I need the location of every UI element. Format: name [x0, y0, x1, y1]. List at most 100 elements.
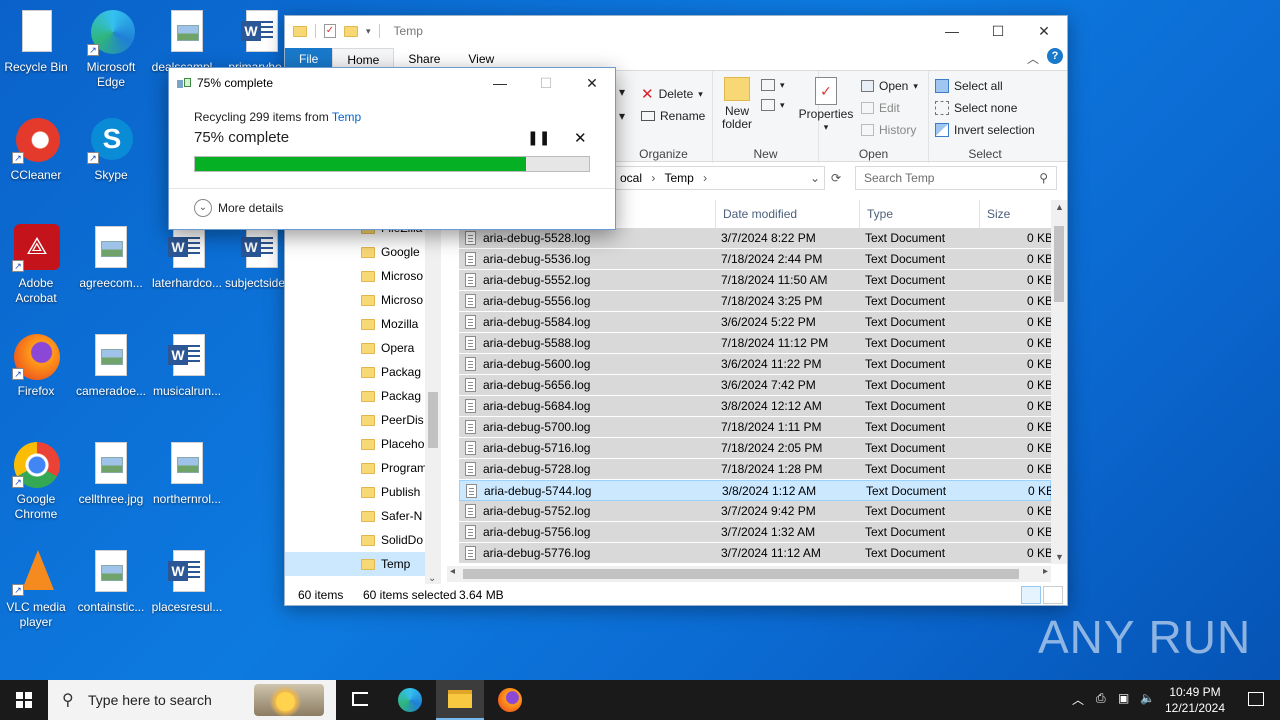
file-list-horizontal-scrollbar[interactable]: ◂ ▸ — [447, 566, 1051, 582]
rename-button[interactable]: Rename — [641, 109, 705, 123]
show-hidden-icons-button[interactable]: ︿ — [1072, 691, 1084, 708]
large-icons-view-button[interactable] — [1043, 586, 1063, 604]
dialog-close-button[interactable]: ✕ — [569, 68, 615, 98]
properties-check-icon[interactable]: ✓ — [324, 24, 336, 38]
taskbar-edge-button[interactable] — [386, 680, 434, 720]
new-folder-button[interactable]: New folder — [717, 77, 757, 131]
desktop-icon[interactable]: Wplacesresul... — [149, 548, 225, 615]
minimize-button[interactable]: — — [929, 16, 975, 46]
file-row[interactable]: aria-debug-5752.log 3/7/2024 9:42 PM Text … — [459, 501, 1051, 522]
volume-icon[interactable]: 🔈 — [1140, 691, 1155, 705]
maximize-button[interactable]: ☐ — [975, 16, 1021, 46]
file-row[interactable]: aria-debug-5776.log 3/7/2024 11:12 AM Text… — [459, 543, 1051, 564]
organize-dropdown-arrow[interactable]: ▾ — [619, 85, 625, 99]
desktop-icon[interactable]: cellthree.jpg — [73, 440, 149, 507]
history-button[interactable]: History — [861, 123, 916, 137]
delete-button[interactable]: ✕ Delete ▾ — [641, 85, 703, 103]
edit-button[interactable]: Edit — [861, 101, 900, 115]
column-size[interactable]: Size — [987, 207, 1010, 221]
dialog-titlebar[interactable]: 75% complete — ☐ ✕ — [169, 68, 615, 98]
desktop-icon[interactable]: agreecom... — [73, 224, 149, 291]
address-current[interactable]: Temp — [664, 171, 693, 185]
explorer-titlebar[interactable]: ✓ ▾ Temp — ☐ ✕ — [285, 16, 1067, 46]
navigation-pane[interactable]: FileZillaGoogleMicrosoMicrosoMozillaOper… — [285, 216, 441, 584]
source-folder-link[interactable]: Temp — [332, 110, 361, 124]
select-all-button[interactable]: Select all — [935, 79, 1003, 93]
file-list[interactable]: aria-debug-5528.log 3/7/2024 8:22 PM Text … — [457, 228, 1051, 564]
taskbar-search-box[interactable]: ⚲ Type here to search — [48, 680, 336, 720]
properties-button[interactable]: ✓ Properties ▾ — [795, 77, 857, 134]
column-date-modified[interactable]: Date modified — [723, 207, 797, 221]
pause-button[interactable]: ❚❚ — [527, 129, 550, 146]
organize-dropdown-arrow-2[interactable]: ▾ — [619, 109, 625, 123]
select-none-button[interactable]: Select none — [935, 101, 1017, 115]
desktop-icon[interactable]: dealscampl... — [149, 8, 225, 75]
invert-selection-button[interactable]: Invert selection — [935, 123, 1035, 137]
search-input[interactable]: Search Temp ⚲ — [855, 166, 1057, 190]
scroll-down-arrow-icon[interactable]: ▼ — [1055, 552, 1064, 562]
new-folder-icon[interactable] — [344, 25, 358, 37]
scroll-up-arrow-icon[interactable]: ▲ — [1055, 202, 1064, 212]
recycle-progress-dialog[interactable]: 75% complete — ☐ ✕ Recycling 299 items f… — [168, 67, 616, 230]
notifications-button[interactable] — [1236, 680, 1276, 720]
address-bar[interactable]: ocal › Temp › ⌄ — [615, 166, 825, 190]
open-button[interactable]: Open ▾ — [861, 79, 918, 93]
navigation-pane-scrollbar[interactable]: ⌄ — [425, 216, 441, 584]
more-details-toggle[interactable]: ⌄ More details — [194, 199, 283, 217]
details-view-button[interactable] — [1021, 586, 1041, 604]
file-row[interactable]: aria-debug-5600.log 3/6/2024 11:22 PM Text… — [459, 354, 1051, 375]
file-row[interactable]: aria-debug-5536.log 7/18/2024 2:44 PM Text… — [459, 249, 1051, 270]
file-list-vertical-scrollbar[interactable]: ▲ ▼ — [1051, 200, 1067, 564]
paste-shortcut-icon[interactable]: ▾ — [761, 99, 785, 111]
file-row[interactable]: aria-debug-5756.log 3/7/2024 1:32 AM Text … — [459, 522, 1051, 543]
taskbar-file-explorer-button[interactable] — [436, 680, 484, 720]
file-row[interactable]: aria-debug-5700.log 7/18/2024 1:11 PM Text… — [459, 417, 1051, 438]
network-drive-icon[interactable]: ⎙ — [1096, 691, 1106, 706]
file-row[interactable]: aria-debug-5684.log 3/8/2024 12:12 AM Text… — [459, 396, 1051, 417]
file-row[interactable]: aria-debug-5728.log 7/18/2024 1:28 PM Text… — [459, 459, 1051, 480]
desktop-icon[interactable]: ↗ CCleaner — [0, 116, 74, 183]
file-row[interactable]: aria-debug-5656.log 3/6/2024 7:42 PM Text … — [459, 375, 1051, 396]
column-type[interactable]: Type — [867, 207, 893, 221]
refresh-button[interactable]: ⟳ — [827, 168, 845, 188]
desktop-icon[interactable]: ↗ Microsoft Edge — [73, 8, 149, 90]
nav-tree-item[interactable]: Temp — [285, 552, 425, 576]
copy-path-icon[interactable]: ▾ — [761, 79, 785, 91]
close-button[interactable]: ✕ — [1021, 16, 1067, 46]
dialog-minimize-button[interactable]: — — [477, 68, 523, 98]
desktop-icon[interactable]: S ↗ Skype — [73, 116, 149, 183]
desktop-icon[interactable]: containstic... — [73, 548, 149, 615]
scroll-left-arrow-icon[interactable]: ◂ — [450, 566, 455, 577]
file-row[interactable]: aria-debug-5528.log 3/7/2024 8:22 PM Text … — [459, 228, 1051, 249]
file-list-scroll-thumb[interactable] — [1054, 226, 1064, 302]
ribbon-collapse-icon[interactable]: ︿ — [1027, 48, 1039, 70]
desktop-icon[interactable]: ↗ VLC media player — [0, 548, 74, 630]
desktop-icon[interactable]: Wmusicalrun... — [149, 332, 225, 399]
cancel-operation-button[interactable]: ✕ — [574, 129, 587, 147]
file-row[interactable]: aria-debug-5744.log 3/8/2024 1:12 AM Text … — [459, 480, 1051, 501]
file-row[interactable]: aria-debug-5584.log 3/6/2024 5:22 PM Text … — [459, 312, 1051, 333]
scroll-right-arrow-icon[interactable]: ▸ — [1043, 566, 1048, 577]
desktop-icon[interactable]: ⟁ ↗ Adobe Acrobat — [0, 224, 74, 306]
address-history-dropdown[interactable]: ⌄ — [810, 167, 820, 189]
desktop-icon[interactable]: ↗ Google Chrome — [0, 440, 74, 522]
chevron-down-icon[interactable]: ▾ — [366, 26, 371, 37]
desktop-icon[interactable]: cameradoe... — [73, 332, 149, 399]
file-row[interactable]: aria-debug-5716.log 7/18/2024 2:05 PM Text… — [459, 438, 1051, 459]
desktop-icon[interactable]: ↗ Firefox — [0, 332, 74, 399]
desktop-icon[interactable]: northernrol... — [149, 440, 225, 507]
desktop-icon[interactable]: Wlaterhardco... — [149, 224, 225, 291]
file-row[interactable]: aria-debug-5588.log 7/18/2024 11:12 PM Tex… — [459, 333, 1051, 354]
help-icon[interactable]: ? — [1047, 48, 1063, 64]
taskbar-clock[interactable]: 10:49 PM 12/21/2024 — [1160, 684, 1230, 716]
start-button[interactable] — [0, 680, 48, 720]
taskbar-firefox-button[interactable] — [486, 680, 534, 720]
navigation-scroll-thumb[interactable] — [428, 392, 438, 448]
desktop-icon[interactable]: Recycle Bin — [0, 8, 74, 75]
file-row[interactable]: aria-debug-5552.log 7/18/2024 11:50 AM Tex… — [459, 270, 1051, 291]
task-view-button[interactable] — [336, 680, 384, 720]
scroll-down-arrow-icon[interactable]: ⌄ — [428, 573, 436, 584]
file-row[interactable]: aria-debug-5556.log 7/18/2024 3:25 PM Text… — [459, 291, 1051, 312]
network-icon[interactable]: ▣ — [1118, 691, 1129, 705]
horizontal-scroll-thumb[interactable] — [463, 569, 1019, 579]
